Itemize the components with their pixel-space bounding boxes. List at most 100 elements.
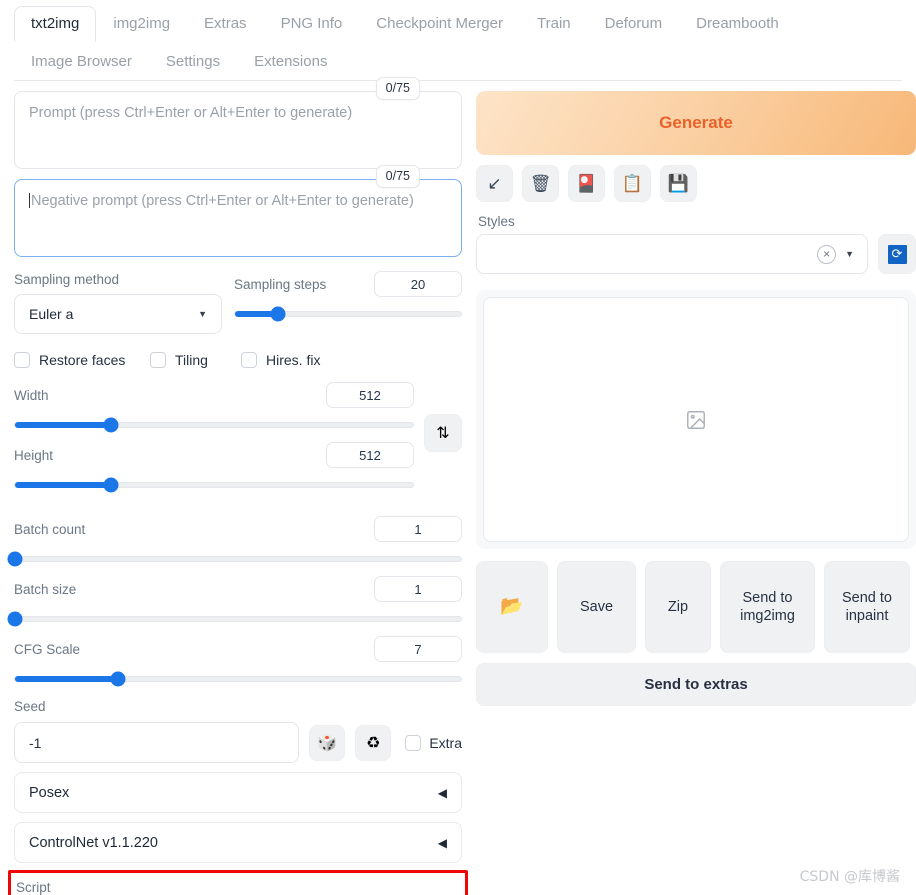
refresh-styles-button[interactable]: ⟳ — [878, 234, 916, 274]
styles-row: × ▼ ⟳ — [476, 234, 916, 274]
seed-label: Seed — [14, 699, 46, 714]
seed-input[interactable]: -1 — [14, 722, 300, 763]
main-tabbar: txt2img img2img Extras PNG Info Checkpoi… — [0, 0, 916, 42]
height-value[interactable]: 512 — [326, 442, 414, 468]
sampling-steps-value[interactable]: 20 — [374, 271, 462, 297]
batch-count-label: Batch count — [14, 521, 86, 537]
width-slider[interactable] — [14, 417, 414, 433]
cfg-scale-label: CFG Scale — [14, 641, 81, 657]
paintbrush-icon: 🎴 — [575, 173, 598, 193]
script-label: Script — [16, 880, 51, 895]
zip-button[interactable]: Zip — [645, 561, 711, 653]
tab-deforum[interactable]: Deforum — [588, 6, 680, 42]
output-actions-row: 📂 Save Zip Send to img2img Send to inpai… — [476, 561, 916, 653]
close-icon[interactable]: × — [817, 244, 837, 264]
height-group: Height 512 — [14, 442, 414, 493]
width-label: Width — [14, 387, 49, 403]
apply-style-button[interactable]: 📋 — [614, 165, 651, 202]
restore-progress-button[interactable]: ↙ — [476, 165, 513, 202]
slider-thumb[interactable] — [103, 477, 119, 493]
output-gallery[interactable] — [483, 297, 909, 542]
negative-prompt-token-counter: 0/75 — [375, 165, 420, 188]
save-button[interactable]: Save — [557, 561, 636, 653]
reuse-seed-button[interactable]: ♻ — [355, 724, 392, 761]
show-extra-networks-button[interactable]: 🎴 — [568, 165, 605, 202]
open-folder-button[interactable]: 📂 — [476, 561, 548, 653]
save-style-icon: 💾 — [667, 173, 690, 193]
create-style-button[interactable]: 💾 — [660, 165, 697, 202]
cfg-scale-value[interactable]: 7 — [374, 636, 462, 662]
batch-size-slider[interactable] — [7, 611, 462, 627]
trash-icon: 🗑 — [529, 173, 552, 193]
recycle-icon: ♻ — [366, 734, 381, 752]
tiling-checkbox[interactable]: Tiling — [150, 352, 241, 368]
accordion-posex[interactable]: Posex ◀ — [14, 772, 462, 813]
text-cursor — [29, 193, 30, 208]
checkbox-box[interactable] — [241, 352, 257, 368]
hires-fix-checkbox[interactable]: Hires. fix — [241, 352, 320, 368]
tiling-label: Tiling — [175, 352, 208, 368]
prompt-input[interactable]: Prompt (press Ctrl+Enter or Alt+Enter to… — [14, 91, 462, 169]
chevron-left-icon: ◀ — [437, 835, 447, 850]
slider-thumb[interactable] — [110, 671, 126, 687]
send-to-extras-button[interactable]: Send to extras — [476, 663, 916, 706]
accordion-title: Posex — [29, 784, 70, 801]
batch-count-value[interactable]: 1 — [374, 516, 462, 542]
negative-prompt-input[interactable]: Negative prompt (press Ctrl+Enter or Alt… — [14, 179, 462, 257]
slider-thumb[interactable] — [7, 611, 23, 627]
sampling-steps-slider[interactable] — [234, 306, 462, 322]
sampling-method-group: Sampling method Euler a ▼ — [14, 271, 222, 334]
tab-checkpoint-merger[interactable]: Checkpoint Merger — [359, 6, 520, 42]
cfg-scale-slider[interactable] — [14, 671, 462, 687]
negative-prompt-placeholder: Negative prompt (press Ctrl+Enter or Alt… — [31, 193, 414, 209]
generate-button[interactable]: Generate — [476, 91, 916, 155]
tab-img2img[interactable]: img2img — [96, 6, 187, 42]
swap-arrows-icon: ⇅ — [436, 425, 450, 442]
tab-txt2img[interactable]: txt2img — [14, 6, 97, 42]
width-group: Width 512 — [14, 382, 414, 433]
batch-count-slider[interactable] — [7, 551, 462, 567]
sampling-method-label: Sampling method — [14, 272, 120, 287]
tab-settings[interactable]: Settings — [149, 44, 237, 82]
tab-image-browser[interactable]: Image Browser — [14, 44, 149, 82]
accordion-controlnet[interactable]: ControlNet v1.1.220 ◀ — [14, 822, 462, 863]
checkbox-box[interactable] — [150, 352, 166, 368]
chevron-left-icon: ◀ — [437, 785, 447, 800]
left-settings-column: 0/75 Prompt (press Ctrl+Enter or Alt+Ent… — [7, 77, 468, 895]
send-to-img2img-button[interactable]: Send to img2img — [720, 561, 815, 653]
tab-dreambooth[interactable]: Dreambooth — [679, 6, 796, 42]
styles-select[interactable]: × ▼ — [476, 234, 868, 274]
cfg-scale-group: CFG Scale 7 — [14, 636, 462, 687]
chevron-down-icon[interactable]: ▼ — [845, 249, 854, 259]
slider-fill — [15, 676, 118, 682]
hires-fix-label: Hires. fix — [266, 352, 321, 368]
batch-size-value[interactable]: 1 — [374, 576, 462, 602]
swap-dimensions-button[interactable]: ⇅ — [424, 414, 462, 452]
send-to-inpaint-button[interactable]: Send to inpaint — [824, 561, 910, 653]
restore-faces-checkbox[interactable]: Restore faces — [14, 352, 150, 368]
random-seed-button[interactable]: 🎲 — [309, 724, 346, 761]
sampling-method-select[interactable]: Euler a ▼ — [14, 294, 222, 334]
width-value[interactable]: 512 — [326, 382, 414, 408]
dice-icon: 🎲 — [317, 734, 338, 752]
tab-train[interactable]: Train — [520, 6, 588, 42]
checkbox-box[interactable] — [405, 734, 422, 751]
extra-seed-checkbox[interactable]: Extra — [405, 734, 462, 751]
height-slider[interactable] — [14, 477, 414, 493]
slider-thumb[interactable] — [270, 306, 286, 322]
tab-extensions[interactable]: Extensions — [237, 44, 344, 82]
slider-thumb[interactable] — [103, 417, 119, 433]
slider-thumb[interactable] — [7, 551, 23, 567]
toggles-row: Restore faces Tiling Hires. fix — [14, 352, 462, 368]
tab-extras[interactable]: Extras — [187, 6, 264, 42]
checkbox-box[interactable] — [14, 352, 30, 368]
batch-size-group: Batch size 1 — [7, 576, 462, 627]
clear-prompt-button[interactable]: 🗑 — [522, 165, 559, 202]
watermark: CSDN @库博酱 — [799, 869, 900, 885]
tab-png-info[interactable]: PNG Info — [264, 6, 360, 42]
sampling-method-value: Euler a — [29, 306, 74, 322]
script-section: Script None ▼ — [8, 870, 468, 895]
prompt-tools-row: ↙ 🗑 🎴 📋 💾 — [476, 165, 916, 202]
prompt-area: 0/75 Prompt (press Ctrl+Enter or Alt+Ent… — [14, 77, 462, 169]
prompt-token-counter: 0/75 — [375, 77, 420, 100]
